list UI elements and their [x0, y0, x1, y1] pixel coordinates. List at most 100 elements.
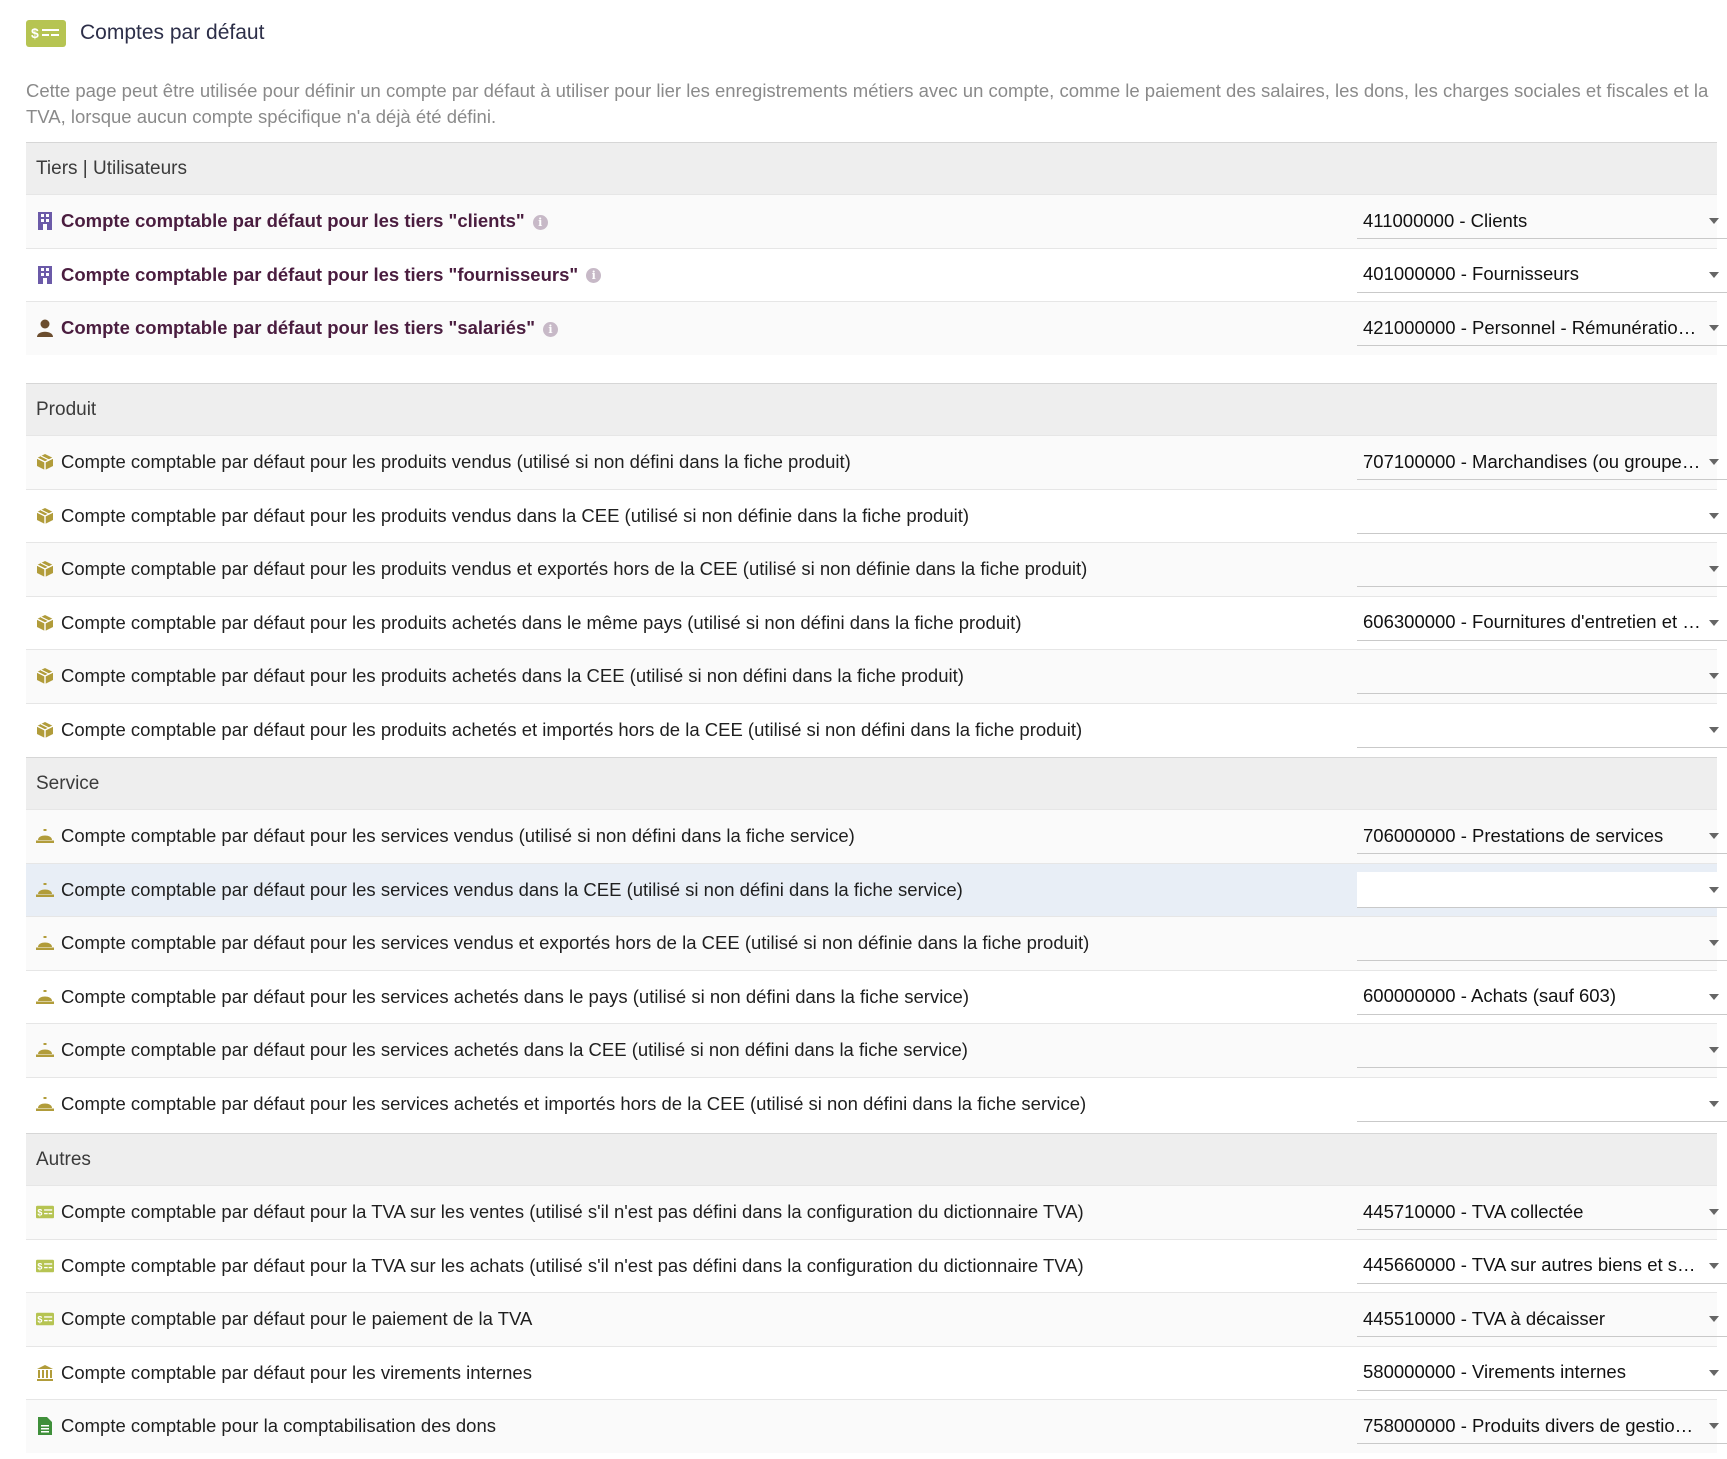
autres-row: $ Compte comptable par défaut pour la TVA… [26, 1238, 1727, 1292]
row-label-text: Compte comptable pour la comptabilisatio… [61, 1415, 496, 1437]
produit-row: Compte comptable par défaut pour les pro… [26, 595, 1727, 649]
account-select[interactable]: 445510000 - TVA à décaisser [1357, 1301, 1727, 1338]
row-label: Compte comptable par défaut pour les pro… [61, 665, 964, 687]
chevron-down-icon[interactable] [1709, 1369, 1719, 1376]
service-bell-icon [36, 987, 54, 1007]
account-select-value: 707100000 - Marchandises (ou groupe) A [1363, 450, 1703, 472]
money-icon: $ [36, 1309, 54, 1329]
row-label: Compte comptable par défaut pour les pro… [61, 719, 1082, 741]
chevron-down-icon[interactable] [1709, 459, 1719, 466]
account-select[interactable] [1357, 925, 1727, 962]
chevron-down-icon[interactable] [1709, 726, 1719, 733]
chevron-down-icon[interactable] [1709, 566, 1719, 573]
row-label: Compte comptable par défaut pour les pro… [61, 612, 1021, 634]
account-select[interactable] [1357, 498, 1727, 534]
svg-text:$: $ [31, 25, 39, 41]
chevron-down-icon[interactable] [1709, 1316, 1719, 1323]
account-select[interactable]: 707100000 - Marchandises (ou groupe) A [1357, 444, 1727, 481]
row-label: Compte comptable par défaut pour la TVA … [61, 1255, 1084, 1277]
produit-row: Compte comptable par défaut pour les pro… [26, 488, 1727, 542]
chevron-down-icon[interactable] [1709, 1100, 1719, 1107]
info-icon[interactable]: i [586, 268, 602, 284]
chevron-down-icon[interactable] [1709, 218, 1719, 225]
chevron-down-icon[interactable] [1709, 1047, 1719, 1054]
account-select[interactable]: 600000000 - Achats (sauf 603) [1357, 979, 1727, 1015]
account-select[interactable] [1357, 712, 1727, 748]
section-header: Autres [26, 1133, 1717, 1185]
account-select-value: 758000000 - Produits divers de gestion c… [1363, 1414, 1703, 1436]
chevron-down-icon[interactable] [1709, 619, 1719, 626]
row-label-text: Compte comptable par défaut pour les ser… [61, 1039, 968, 1061]
page-title: Comptes par défaut [80, 21, 265, 44]
chevron-down-icon[interactable] [1709, 325, 1719, 332]
info-icon[interactable]: i [532, 214, 548, 230]
account-select[interactable]: 758000000 - Produits divers de gestion c… [1357, 1408, 1727, 1445]
box-icon [36, 666, 54, 686]
produit-row: Compte comptable par défaut pour les pro… [26, 649, 1727, 703]
default-accounts-page: $ Comptes par défaut Cette page peut êtr… [0, 0, 1727, 1459]
row-label-text: Compte comptable par défaut pour les tie… [61, 263, 579, 285]
service-bell-icon [36, 933, 54, 953]
tiers-row: Compte comptable par défaut pour les tie… [26, 194, 1727, 248]
chevron-down-icon[interactable] [1709, 271, 1719, 278]
chevron-down-icon[interactable] [1709, 886, 1719, 893]
row-label-text: Compte comptable par défaut pour les vir… [61, 1361, 532, 1383]
produit-row: Compte comptable par défaut pour les pro… [26, 702, 1727, 756]
chevron-down-icon[interactable] [1709, 1423, 1719, 1430]
row-label: Compte comptable par défaut pour les ser… [61, 1039, 968, 1061]
row-label: Compte comptable par défaut pour les ser… [61, 879, 963, 901]
row-label-text: Compte comptable par défaut pour le paie… [61, 1308, 533, 1330]
account-select[interactable]: 401000000 - Fournisseurs [1357, 257, 1727, 293]
produit-section: Produit Compte comptable par défaut pour… [26, 383, 1727, 756]
account-select[interactable] [1357, 1086, 1727, 1122]
autres-section: Autres $ Compte comptable par défaut pour… [26, 1133, 1727, 1453]
account-select[interactable] [1357, 1032, 1727, 1069]
chevron-down-icon[interactable] [1709, 512, 1719, 519]
tiers-section: Tiers | Utilisateurs Compte comptable pa… [26, 142, 1727, 355]
building-icon [36, 211, 54, 231]
autres-row: $ Compte comptable par défaut pour le pai… [26, 1292, 1727, 1346]
service-row: Compte comptable par défaut pour les ser… [26, 916, 1727, 970]
row-label-text: Compte comptable par défaut pour les pro… [61, 504, 970, 526]
row-label: Compte comptable par défaut pour les pro… [61, 451, 851, 473]
chevron-down-icon[interactable] [1709, 833, 1719, 840]
account-select[interactable]: 421000000 - Personnel - Rémunérations du… [1357, 310, 1727, 347]
account-select[interactable]: 445710000 - TVA collectée [1357, 1194, 1727, 1231]
autres-row: Compte comptable par défaut pour les vir… [26, 1345, 1727, 1399]
box-icon [36, 559, 54, 579]
chevron-down-icon[interactable] [1709, 1262, 1719, 1269]
account-select[interactable]: 445660000 - TVA sur autres biens et serv… [1357, 1248, 1727, 1284]
box-icon [36, 613, 54, 633]
account-select[interactable]: 606300000 - Fournitures d'entretien et d… [1357, 605, 1727, 641]
tiers-row: Compte comptable par défaut pour les tie… [26, 247, 1727, 301]
service-bell-icon [36, 880, 54, 900]
account-select[interactable] [1357, 551, 1727, 588]
account-select[interactable] [1357, 871, 1727, 908]
row-label-text: Compte comptable par défaut pour la TVA … [61, 1201, 1084, 1223]
row-label: Compte comptable par défaut pour les vir… [61, 1362, 532, 1384]
user-icon [36, 318, 54, 338]
account-select[interactable]: 580000000 - Virements internes [1357, 1355, 1727, 1391]
row-label: Compte comptable par défaut pour les ser… [61, 1093, 1086, 1115]
service-bell-icon [36, 1040, 54, 1060]
row-label: Compte comptable par défaut pour les ser… [61, 825, 855, 847]
svg-text:$: $ [37, 1261, 42, 1271]
row-label-text: Compte comptable par défaut pour les ser… [61, 825, 855, 847]
info-icon[interactable]: i [543, 321, 559, 337]
service-row: Compte comptable par défaut pour les ser… [26, 1023, 1727, 1077]
account-select-value: 706000000 - Prestations de services [1363, 824, 1664, 846]
account-select[interactable]: 411000000 - Clients [1357, 203, 1727, 240]
account-select-value: 421000000 - Personnel - Rémunérations du… [1363, 316, 1703, 338]
chevron-down-icon[interactable] [1709, 1209, 1719, 1216]
service-bell-icon [36, 1094, 54, 1114]
account-select[interactable]: 706000000 - Prestations de services [1357, 818, 1727, 855]
row-label-text: Compte comptable par défaut pour les tie… [61, 317, 536, 339]
box-icon [36, 452, 54, 472]
page-description: Cette page peut être utilisée pour défin… [26, 80, 1709, 127]
chevron-down-icon[interactable] [1709, 673, 1719, 680]
row-label-text: Compte comptable par défaut pour les ser… [61, 1092, 1087, 1114]
chevron-down-icon[interactable] [1709, 940, 1719, 947]
account-select[interactable] [1357, 658, 1727, 695]
row-label-text: Compte comptable par défaut pour les ser… [61, 985, 969, 1007]
chevron-down-icon[interactable] [1709, 993, 1719, 1000]
